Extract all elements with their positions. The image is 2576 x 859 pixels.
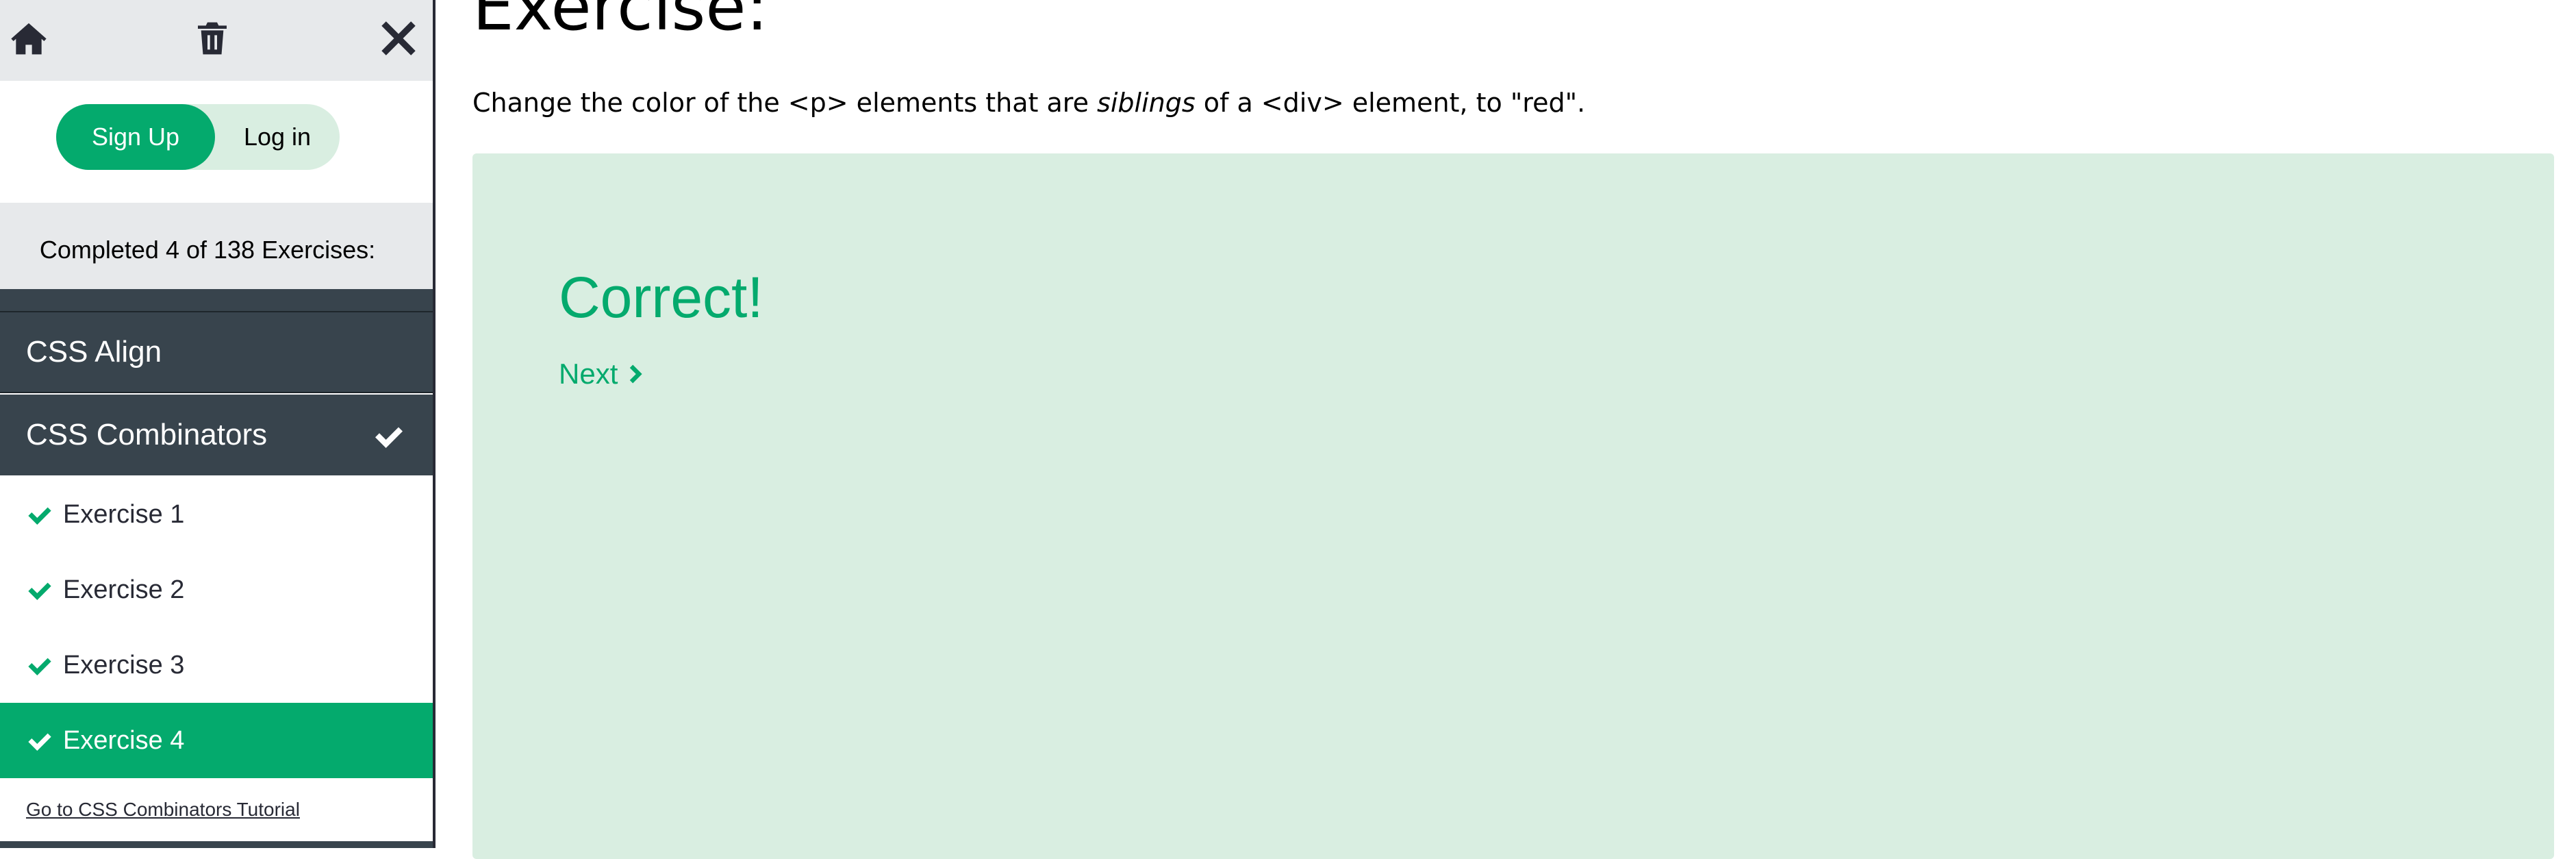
sidebar-toolbar: [0, 0, 433, 81]
exercise-instruction: Change the color of the <p> elements tha…: [472, 88, 1585, 118]
instruction-text-after: of a <div> element, to "red".: [1195, 88, 1586, 118]
home-icon[interactable]: [7, 16, 51, 60]
exercise-item-1[interactable]: Exercise 1: [0, 477, 433, 552]
next-label: Next: [559, 358, 618, 390]
instruction-text-before: Change the color of the <p> elements tha…: [472, 88, 1098, 118]
correct-message: Correct!: [559, 265, 763, 329]
exercise-item-3[interactable]: Exercise 3: [0, 627, 433, 703]
category-label: CSS Combinators: [26, 418, 268, 451]
check-icon: [28, 582, 51, 600]
tutorial-link[interactable]: Go to CSS Combinators Tutorial: [26, 799, 300, 821]
exercise-label: Exercise 3: [63, 650, 185, 680]
check-icon: [28, 733, 51, 751]
auth-area: Sign Up Log in: [0, 81, 433, 203]
exercise-label: Exercise 2: [63, 575, 185, 604]
exercise-sidebar: Sign Up Log in Completed 4 of 138 Exerci…: [0, 0, 435, 848]
exercise-item-2[interactable]: Exercise 2: [0, 552, 433, 627]
exercise-item-4-active[interactable]: Exercise 4: [0, 703, 433, 778]
instruction-emphasis: siblings: [1097, 88, 1196, 118]
exercise-label: Exercise 1: [63, 499, 185, 529]
check-icon: [28, 658, 51, 675]
result-panel: Correct! Next: [472, 153, 2554, 859]
category-divider: [0, 289, 433, 312]
progress-area: Completed 4 of 138 Exercises:: [0, 203, 433, 289]
category-css-align[interactable]: CSS Align: [0, 312, 433, 393]
login-button[interactable]: Log in: [215, 104, 340, 170]
signup-button[interactable]: Sign Up: [56, 104, 215, 170]
close-icon[interactable]: [377, 16, 420, 60]
progress-text: Completed 4 of 138 Exercises:: [39, 236, 376, 264]
chevron-right-icon: [630, 364, 643, 384]
check-icon: [28, 507, 51, 525]
exercise-label: Exercise 4: [63, 725, 185, 755]
trash-icon[interactable]: [190, 16, 234, 60]
check-icon: [372, 419, 405, 452]
category-label: CSS Align: [26, 335, 162, 369]
category-css-combinators[interactable]: CSS Combinators: [0, 395, 433, 475]
next-button[interactable]: Next: [559, 358, 645, 390]
sidebar-bottom-strip: [0, 841, 433, 848]
page-title: Exercise:: [472, 0, 768, 45]
